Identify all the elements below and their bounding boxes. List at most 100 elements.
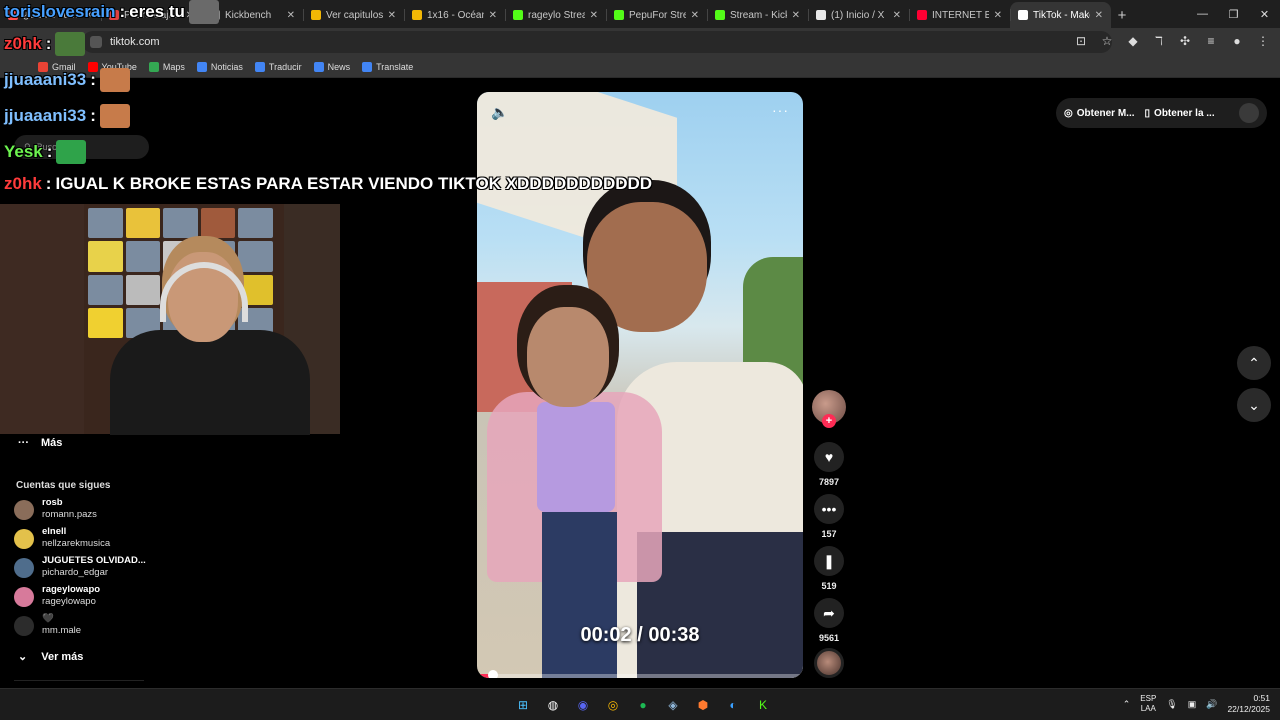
get-coins-button[interactable]: ◎ Obtener M... (1064, 108, 1135, 119)
next-video-button[interactable]: ⌄ (1237, 388, 1271, 422)
tab-close-icon[interactable]: ✕ (691, 10, 699, 21)
browser-tab[interactable]: ¿Cómo cum... ✕ (0, 2, 101, 28)
volume-tray-icon[interactable]: 🔊 (1206, 699, 1217, 710)
language-top: ESP (1140, 694, 1157, 703)
follow-plus-icon[interactable]: + (822, 414, 836, 428)
minimize-icon[interactable]: — (1187, 0, 1218, 28)
bookmark-item[interactable]: Maps (148, 61, 185, 72)
get-app-label: Obtener la ... (1154, 107, 1215, 119)
install-app-icon[interactable]: ⊡ (1072, 32, 1090, 50)
video-options-icon[interactable]: ··· (772, 102, 789, 118)
previous-video-button[interactable]: ⌃ (1237, 346, 1271, 380)
system-clock[interactable]: 0:51 22/12/2025 (1227, 693, 1270, 715)
extensions-puzzle-icon[interactable]: ✣ (1176, 32, 1194, 50)
tab-close-icon[interactable]: ✕ (994, 10, 1002, 21)
followed-account[interactable]: JUGUETES OLVIDAD... pichardo_edgar (14, 555, 146, 579)
address-bar[interactable]: tiktok.com (82, 31, 1112, 53)
browser-tab[interactable]: Ver capitulos s... ✕ (303, 2, 404, 28)
tab-close-icon[interactable]: ✕ (186, 10, 194, 21)
video-progress-bar[interactable] (477, 670, 803, 678)
tab-favicon-icon (109, 10, 119, 20)
sidebar-more-item[interactable]: ··· Más (18, 437, 62, 449)
tab-close-icon[interactable]: ✕ (85, 10, 93, 21)
tab-close-icon[interactable]: ✕ (287, 10, 295, 21)
profile-avatar[interactable] (1239, 103, 1259, 123)
save-action[interactable]: ❚ 519 (812, 546, 846, 591)
see-more-button[interactable]: ⌄ Ver más (18, 650, 83, 664)
windows-start-icon[interactable]: ⊞ (512, 694, 534, 716)
like-action[interactable]: ♥ 7897 (812, 442, 846, 487)
chevron-up-icon: ⌃ (1248, 354, 1260, 371)
bookmark-item[interactable]: Noticias (196, 61, 243, 72)
bookmark-item[interactable]: YouTube (87, 61, 137, 72)
sidebar-divider (14, 680, 144, 681)
steam-icon[interactable]: ◈ (662, 694, 684, 716)
discord-icon[interactable]: ◉ (572, 694, 594, 716)
comment-action[interactable]: ••• 157 (812, 494, 846, 539)
followed-account[interactable]: elnell nellzarekmusica (14, 526, 110, 550)
bookmark-favicon-icon (313, 61, 324, 72)
chrome-icon[interactable]: ◎ (602, 694, 624, 716)
tiktok-search-input[interactable]: ⚲ Buscar (14, 135, 149, 159)
tray-chevron-up-icon[interactable]: ⌃ (1123, 699, 1131, 710)
toolbar-icons: ⊡ ☆ ◆ ℸ ✣ ≡ ● ⋮ (1072, 32, 1272, 50)
network-icon[interactable]: ▣ (1188, 699, 1197, 710)
language-indicator[interactable]: ESP LAA (1140, 694, 1156, 714)
bookmark-item[interactable]: Translate (362, 61, 413, 72)
tab-favicon-icon (816, 10, 826, 20)
music-disc-avatar[interactable] (814, 648, 844, 678)
tab-close-icon[interactable]: ✕ (388, 10, 396, 21)
browser-tab[interactable]: 1x16 - Océano ✕ (404, 2, 505, 28)
browser-tab[interactable]: TikTok - Make ✕ (1010, 2, 1111, 28)
tab-close-icon[interactable]: ✕ (489, 10, 497, 21)
browser-tab[interactable]: rageylo Stream ✕ (505, 2, 606, 28)
tab-label: rageylo Stream (528, 9, 585, 21)
tab-close-icon[interactable]: ✕ (792, 10, 800, 21)
tab-close-icon[interactable]: ✕ (590, 10, 598, 21)
bookmarks-bar: Gmail YouTube Maps Noticias Traducir News Tran… (0, 56, 1280, 78)
volume-icon[interactable]: 🔈 (491, 104, 508, 121)
tab-close-icon[interactable]: ✕ (1095, 10, 1103, 21)
restore-icon[interactable]: ❐ (1218, 0, 1249, 28)
followed-account[interactable]: rosb romann.pazs (14, 497, 97, 521)
translate-extension-icon[interactable]: ℸ (1150, 32, 1168, 50)
profile-avatar-icon[interactable]: ● (1228, 32, 1246, 50)
tab-close-icon[interactable]: ✕ (893, 10, 901, 21)
browser-tab[interactable]: Padre Cajas w... ✕ (101, 2, 202, 28)
share-action[interactable]: ➦ 9561 (812, 598, 846, 643)
bookmark-item[interactable]: News (313, 61, 350, 72)
video-progress-knob[interactable] (488, 670, 499, 678)
bookmark-star-icon[interactable]: ☆ (1098, 32, 1116, 50)
browser-app-icon[interactable]: ◐ (722, 694, 744, 716)
account-avatar (14, 558, 34, 578)
new-tab-button[interactable]: + (1111, 2, 1133, 28)
account-avatar (14, 616, 34, 636)
followed-account[interactable]: 🖤 mm.male (14, 613, 81, 637)
followed-account[interactable]: rageylowapo rageylowapo (14, 584, 100, 608)
kick-icon[interactable]: K (752, 694, 774, 716)
close-window-icon[interactable]: ✕ (1249, 0, 1280, 28)
browser-menu-icon[interactable]: ⋮ (1254, 32, 1272, 50)
browser-tab[interactable]: Stream - Kick D ✕ (707, 2, 808, 28)
bookmark-item[interactable]: Traducir (254, 61, 302, 72)
reading-list-icon[interactable]: ≡ (1202, 32, 1220, 50)
video-player[interactable]: 🔈 ··· 00:02 / 00:38 (477, 92, 803, 678)
bookmark-item[interactable]: Gmail (38, 61, 76, 72)
microphone-icon[interactable]: 🎙 (1166, 699, 1177, 710)
browser-tab[interactable]: (1) Inicio / X ✕ (808, 2, 909, 28)
tab-label: PepuFor Stream (629, 9, 686, 21)
obs-icon[interactable]: ◍ (542, 694, 564, 716)
browser-tab[interactable]: Kickbench ✕ (202, 2, 303, 28)
heart-icon: ♥ (814, 442, 844, 472)
bookmark-label: YouTube (101, 61, 137, 72)
browser-tab[interactable]: PepuFor Stream ✕ (606, 2, 707, 28)
extension-icon[interactable]: ◆ (1124, 32, 1142, 50)
get-app-button[interactable]: ▯ Obtener la ... (1145, 108, 1215, 119)
tab-label: ¿Cómo cum... (23, 9, 80, 21)
brave-icon[interactable]: ⬢ (692, 694, 714, 716)
spotify-icon[interactable]: ● (632, 694, 654, 716)
browser-tab[interactable]: INTERNET ESTÁ ✕ (909, 2, 1010, 28)
account-name: rosb (42, 497, 63, 508)
site-info-icon[interactable] (90, 36, 102, 48)
like-count: 7897 (818, 477, 840, 487)
